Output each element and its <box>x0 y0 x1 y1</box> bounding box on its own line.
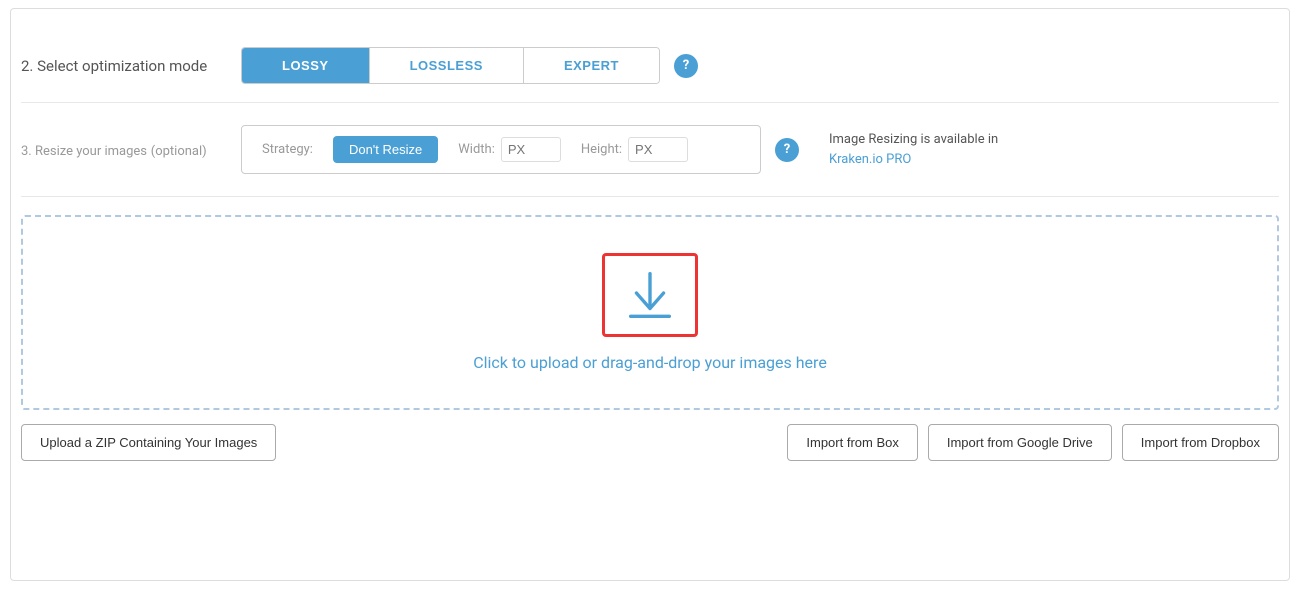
strategy-label: Strategy: <box>262 142 313 157</box>
upload-icon <box>621 266 679 324</box>
upload-icon-wrapper <box>602 253 698 337</box>
width-input[interactable] <box>501 137 561 162</box>
width-field: Width: <box>458 137 561 162</box>
resize-help-icon[interactable]: ? <box>775 138 799 162</box>
upload-area[interactable]: Click to upload or drag-and-drop your im… <box>21 215 1279 410</box>
resize-label: 3. Resize your images (optional) <box>21 141 241 159</box>
bottom-buttons: Upload a ZIP Containing Your Images Impo… <box>21 424 1279 461</box>
resize-controls: Strategy: Don't Resize Width: Height: <box>241 125 761 174</box>
width-label: Width: <box>458 142 495 157</box>
page-container: 2. Select optimization mode LOSSY LOSSLE… <box>10 8 1290 581</box>
upload-text: Click to upload or drag-and-drop your im… <box>473 353 827 372</box>
pro-info: Image Resizing is available in Kraken.io… <box>829 130 998 169</box>
mode-tabs: LOSSY LOSSLESS EXPERT <box>241 47 660 84</box>
optimization-mode-label: 2. Select optimization mode <box>21 57 241 75</box>
height-input[interactable] <box>628 137 688 162</box>
upload-zip-button[interactable]: Upload a ZIP Containing Your Images <box>21 424 276 461</box>
optimization-mode-section: 2. Select optimization mode LOSSY LOSSLE… <box>21 29 1279 103</box>
tab-expert[interactable]: EXPERT <box>524 48 659 83</box>
right-buttons: Import from Box Import from Google Drive… <box>787 424 1279 461</box>
import-gdrive-button[interactable]: Import from Google Drive <box>928 424 1112 461</box>
pro-info-text: Image Resizing is available in <box>829 132 998 147</box>
resize-section: 3. Resize your images (optional) Strateg… <box>21 103 1279 197</box>
height-label: Height: <box>581 142 622 157</box>
import-dropbox-button[interactable]: Import from Dropbox <box>1122 424 1279 461</box>
strategy-button[interactable]: Don't Resize <box>333 136 438 163</box>
height-field: Height: <box>581 137 688 162</box>
pro-link[interactable]: Kraken.io PRO <box>829 152 911 167</box>
tab-lossless[interactable]: LOSSLESS <box>370 48 524 83</box>
tab-lossy[interactable]: LOSSY <box>242 48 370 83</box>
optimization-help-icon[interactable]: ? <box>674 54 698 78</box>
import-box-button[interactable]: Import from Box <box>787 424 917 461</box>
